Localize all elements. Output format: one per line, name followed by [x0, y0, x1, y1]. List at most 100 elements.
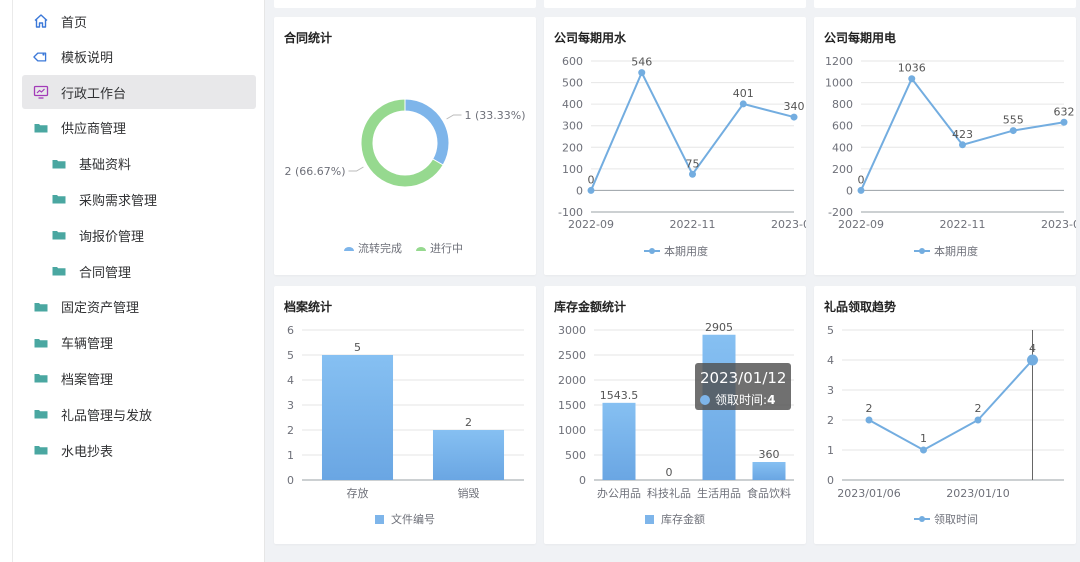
archive-bar-chart: 0 1 2 3 4 5 6 5 存放 2 销毁文件编号 — [287, 324, 524, 526]
y-tick-label: 1500 — [558, 399, 586, 412]
x-tick-label: 办公用品 — [597, 487, 641, 500]
sidebar-item-label: 基础资料 — [79, 158, 132, 174]
y-tick-label: 500 — [562, 77, 583, 90]
bar — [432, 430, 505, 480]
gift-card: 礼品领取趋势 0 1 2 3 4 5 2023/01/06 2023/01/10 2 1 2 4 领取时… — [814, 286, 1076, 544]
y-tick-label: 5 — [287, 349, 294, 362]
data-point — [865, 416, 873, 424]
data-point — [920, 446, 927, 454]
legend-label: 进行中 — [430, 242, 463, 255]
x-tick-label: 2022-11 — [940, 218, 986, 231]
y-tick-label: 100 — [562, 163, 583, 176]
sidebar-item[interactable]: 供应商管理 — [22, 111, 256, 145]
data-point — [1027, 354, 1038, 366]
x-tick-label: 2022-09 — [568, 218, 614, 231]
x-tick-label: 生活用品 — [697, 486, 741, 500]
sidebar-item[interactable]: 合同管理 — [22, 254, 256, 288]
data-label: 360 — [759, 448, 780, 461]
sidebar: 首页模板说明行政工作台供应商管理基础资料采购需求管理询报价管理 合同管理固定资产管… — [0, 0, 265, 562]
pie-label-line — [348, 166, 364, 172]
water-card: 公司每期用水 -100 0 100 200 300 400 500 600 2022-09 202… — [544, 17, 817, 275]
data-point — [1060, 118, 1068, 126]
power-line-chart: -2000200400600800100012002022-09 2022-11 2… — [825, 55, 1080, 258]
sidebar-item[interactable]: 模板说明 — [22, 40, 256, 74]
pie-label: 1 (33.33%) — [464, 109, 525, 122]
sidebar-item[interactable]: 车辆管理 — [22, 326, 256, 360]
bar — [752, 462, 786, 480]
tag-icon — [33, 49, 49, 65]
folder-icon — [33, 406, 49, 422]
folder-icon — [51, 156, 67, 172]
x-tick-label: 2023-01 — [771, 218, 806, 231]
legend-swatch — [919, 516, 925, 522]
legend-swatch — [375, 515, 384, 524]
legend-label: 文件编号 — [391, 512, 435, 526]
sidebar-item-label: 礼品管理与发放 — [61, 408, 153, 424]
data-label: 0 — [666, 466, 673, 479]
folder-icon — [51, 227, 67, 243]
data-point — [689, 170, 696, 178]
data-label: 2 — [866, 402, 873, 415]
sidebar-item-label: 水电抄表 — [61, 444, 114, 460]
sidebar-item-label: 首页 — [61, 15, 88, 31]
data-point — [790, 113, 798, 121]
sidebar-item[interactable]: 采购需求管理 — [22, 182, 256, 216]
card-top-strip — [814, 0, 1076, 8]
pie-label: 2 (66.67%) — [284, 165, 345, 178]
card-title: 礼品领取趋势 — [824, 300, 897, 314]
sidebar-item[interactable]: 档案管理 — [22, 361, 256, 395]
sidebar-item-label: 采购需求管理 — [79, 193, 158, 209]
data-label: 5 — [354, 341, 361, 354]
power-card: 公司每期用电 -200 0 200 400 600 800 1000 1200 2022-09 2… — [814, 17, 1080, 275]
monitor-icon — [33, 84, 49, 100]
y-tick-label: 5 — [827, 324, 834, 337]
y-tick-label: 0 — [846, 184, 853, 197]
y-tick-label: 600 — [832, 120, 853, 133]
data-label: 546 — [631, 56, 652, 69]
legend-swatch — [649, 248, 655, 254]
folder-icon — [51, 263, 67, 279]
data-label: 0 — [588, 173, 595, 186]
data-label: 1 — [920, 432, 927, 445]
sidebar-item-label: 供应商管理 — [61, 122, 127, 138]
sidebar-item[interactable]: 礼品管理与发放 — [22, 397, 256, 431]
contract-card: 合同统计 1 (33.33%) 2 (66.67%) 流转完成 进行中 — [274, 17, 536, 275]
x-tick-label: 销毁 — [458, 486, 480, 500]
data-point — [908, 75, 916, 83]
data-point — [1009, 127, 1017, 135]
sidebar-item-label: 车辆管理 — [61, 337, 114, 353]
folder-icon — [33, 370, 49, 386]
sidebar-item[interactable]: 行政工作台 — [22, 75, 256, 109]
legend-swatch — [645, 515, 654, 524]
y-tick-label: 1 — [827, 444, 834, 457]
tooltip-value: 4 — [767, 392, 776, 407]
tooltip-series: 领取时间 — [715, 393, 764, 407]
sidebar-item[interactable]: 首页 — [22, 4, 256, 38]
y-tick-label: 4 — [287, 374, 294, 387]
folder-icon — [51, 191, 67, 207]
y-tick-label: 2 — [827, 414, 834, 427]
y-tick-label: 1 — [287, 449, 294, 462]
data-label: 2905 — [705, 321, 733, 334]
card-top-strip — [544, 0, 806, 8]
y-tick-label: 0 — [287, 474, 294, 487]
y-tick-label: 300 — [562, 120, 583, 133]
y-tick-label: 400 — [562, 98, 583, 111]
y-tick-label: 0 — [827, 474, 834, 487]
sidebar-item-label: 固定资产管理 — [61, 301, 140, 317]
y-tick-label: 400 — [832, 141, 853, 154]
legend-swatch — [344, 247, 354, 251]
legend-label: 本期用度 — [664, 244, 708, 258]
y-tick-label: 200 — [832, 163, 853, 176]
sidebar-item-label: 模板说明 — [61, 51, 114, 67]
y-tick-label: 3 — [287, 399, 294, 412]
data-label: 1543.5 — [600, 389, 639, 402]
card-title: 档案统计 — [284, 300, 333, 314]
sidebar-item[interactable]: 基础资料 — [22, 147, 256, 181]
stock-bar-chart: 0 500 1000 1500 2000 2500 3000 1543.5 办公用品 0 科技礼品 2… — [558, 321, 794, 526]
x-tick-label: 2023-01 — [1041, 218, 1076, 231]
sidebar-item[interactable]: 水电抄表 — [22, 433, 256, 467]
x-tick-label: 2022-11 — [670, 218, 716, 231]
sidebar-item[interactable]: 固定资产管理 — [22, 290, 256, 324]
sidebar-item[interactable]: 询报价管理 — [22, 218, 256, 252]
